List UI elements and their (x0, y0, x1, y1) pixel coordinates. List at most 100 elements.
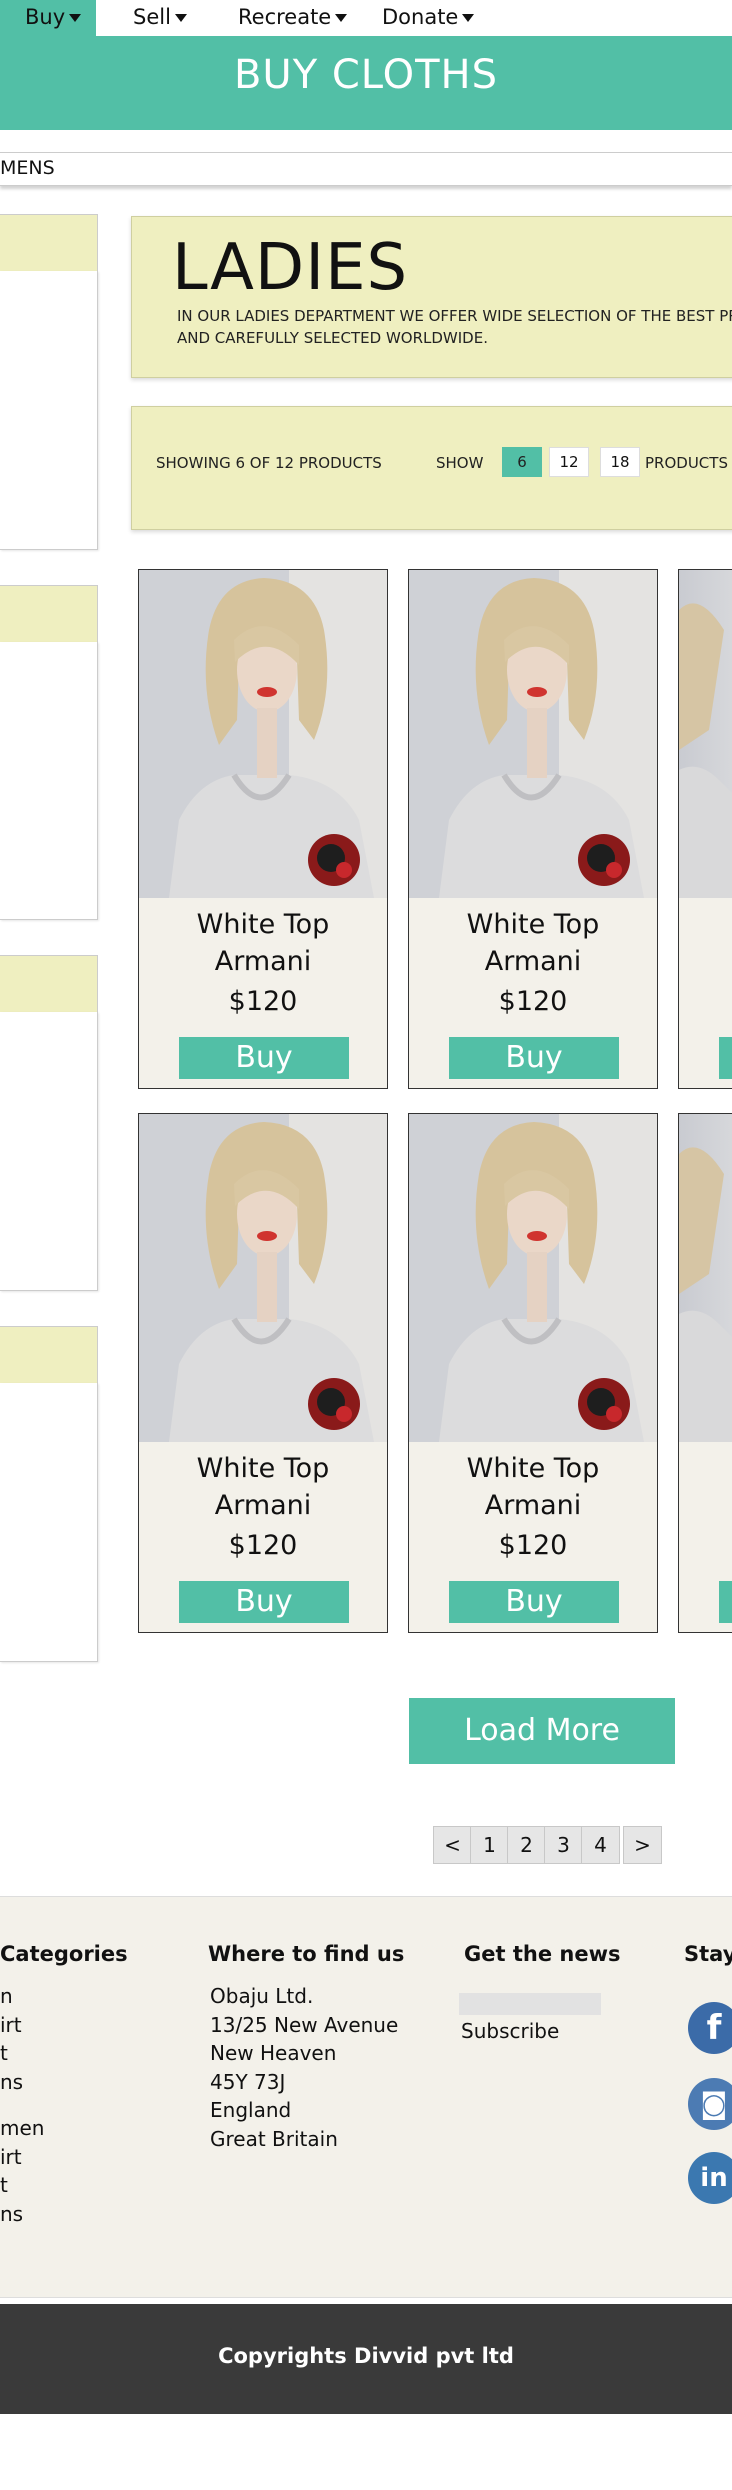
nav-recreate[interactable]: Recreate (238, 0, 348, 36)
nav-buy-label: Buy (25, 5, 66, 29)
footer-category-link[interactable]: n (0, 1982, 13, 2011)
nav-sell-label: Sell (133, 5, 171, 29)
department-panel: LADIES In our Ladies department we offer… (131, 216, 732, 378)
footer-address-line: 13/25 New Avenue (210, 2013, 399, 2037)
page-size-6[interactable]: 6 (502, 447, 542, 477)
product-brand: Armani (484, 946, 582, 977)
instagram-icon[interactable]: ◙ (688, 2078, 732, 2130)
footer-address-line: Great Britain (210, 2127, 338, 2151)
show-label: SHOW (436, 454, 484, 472)
copyright-text: Copyrights Divvid pvt ltd (218, 2344, 514, 2368)
footer-address-line: New Heaven (210, 2041, 337, 2065)
product-name[interactable]: White Top Armani (409, 906, 657, 980)
product-card-partial[interactable] (678, 569, 732, 1089)
product-brand: Armani (214, 1490, 312, 1521)
product-card[interactable]: White Top Armani $120 Buy (138, 569, 388, 1089)
footer-location-heading: Where to find us (208, 1942, 405, 1966)
pagination-page-1[interactable]: 1 (470, 1826, 509, 1864)
footer-category-link[interactable]: irt (0, 2143, 22, 2172)
subscribe-button[interactable]: Subscribe (461, 2017, 559, 2046)
copyright-bar: Copyrights Divvid pvt ltd (0, 2304, 732, 2414)
sidebar-box-body (0, 1012, 98, 1291)
product-photo (679, 1147, 732, 1442)
product-photo (409, 570, 657, 898)
sidebar-box-header (0, 585, 98, 643)
nav-donate[interactable]: Donate (382, 0, 475, 36)
product-name-line: White Top (196, 1453, 330, 1484)
sidebar-box-body (0, 271, 98, 550)
linkedin-icon[interactable]: in (688, 2152, 732, 2204)
product-image[interactable] (409, 570, 657, 898)
pagination-next[interactable]: > (623, 1826, 662, 1864)
buy-button[interactable]: Buy (449, 1037, 619, 1079)
newsletter-email-input[interactable] (459, 1993, 601, 2015)
product-brand: Armani (484, 1490, 582, 1521)
product-image[interactable] (139, 570, 387, 898)
product-image (679, 570, 732, 898)
product-card[interactable]: White Top Armani $120 Buy (408, 569, 658, 1089)
sidebar-box-body (0, 1383, 98, 1662)
product-price: $120 (228, 1530, 298, 1561)
products-label: PRODUCTS (645, 454, 728, 472)
footer-category-link[interactable]: irt (0, 2011, 22, 2040)
footer-address-line: 45Y 73J (210, 2070, 286, 2094)
buy-button[interactable]: Buy (179, 1037, 349, 1079)
sidebar-box-header (0, 1326, 98, 1384)
product-name[interactable]: White Top Armani (139, 906, 387, 980)
pagination-page-4[interactable]: 4 (581, 1826, 620, 1864)
page-size-12[interactable]: 12 (549, 447, 589, 477)
footer-address-line: England (210, 2098, 292, 2122)
footer-category-link[interactable]: ns (0, 2068, 23, 2097)
site-title: BUY CLOTHS (233, 52, 499, 98)
product-price: $120 (498, 1530, 568, 1561)
top-nav: Buy Sell Recreate Donate (0, 0, 732, 36)
product-card-partial[interactable] (678, 1113, 732, 1633)
load-more-button[interactable]: Load More (409, 1698, 675, 1764)
footer-category-link[interactable]: t (0, 2171, 8, 2200)
nav-recreate-label: Recreate (238, 5, 332, 29)
product-image (679, 1114, 732, 1442)
product-card[interactable]: White Top Armani $120 Buy (138, 1113, 388, 1633)
buy-button[interactable] (719, 1037, 732, 1079)
product-name[interactable]: White Top Armani (139, 1450, 387, 1524)
chevron-down-icon (335, 14, 348, 22)
chevron-down-icon (462, 14, 475, 22)
product-name-line: White Top (466, 909, 600, 940)
nav-buy[interactable]: Buy (0, 0, 96, 36)
product-name-line: White Top (196, 909, 330, 940)
product-image[interactable] (409, 1114, 657, 1442)
facebook-icon[interactable]: f (688, 2002, 732, 2054)
product-name-line: White Top (466, 1453, 600, 1484)
nav-sell[interactable]: Sell (133, 0, 187, 36)
sidebar-box-body (0, 642, 98, 920)
footer-category-link[interactable]: t (0, 2039, 8, 2068)
product-image[interactable] (139, 1114, 387, 1442)
product-name[interactable]: White Top Armani (409, 1450, 657, 1524)
footer-categories-heading: Categories (0, 1942, 128, 1966)
footer-stay-heading: Stay (684, 1942, 732, 1966)
page-size-18[interactable]: 18 (600, 447, 640, 477)
footer-category-link[interactable]: ns (0, 2200, 23, 2229)
department-description: In our Ladies department we offer wide s… (177, 307, 732, 347)
footer-news-heading: Get the news (464, 1942, 621, 1966)
product-photo (679, 603, 732, 898)
pagination-page-3[interactable]: 3 (544, 1826, 583, 1864)
breadcrumb-item[interactable]: MENS (0, 157, 55, 179)
buy-button[interactable]: Buy (449, 1581, 619, 1623)
nav-donate-label: Donate (382, 5, 459, 29)
product-photo (409, 1114, 657, 1442)
sidebar-box-header (0, 955, 98, 1013)
product-price: $120 (228, 986, 298, 1017)
product-photo (139, 570, 387, 898)
buy-button[interactable] (719, 1581, 732, 1623)
footer-category-link[interactable]: men (0, 2114, 44, 2143)
products-count: SHOWING 6 OF 12 PRODUCTS (156, 454, 382, 472)
product-brand: Armani (214, 946, 312, 977)
product-card[interactable]: White Top Armani $120 Buy (408, 1113, 658, 1633)
listing-controls: SHOWING 6 OF 12 PRODUCTS SHOW 6 12 18 PR… (131, 406, 732, 530)
breadcrumb: MENS (0, 152, 732, 186)
buy-button[interactable]: Buy (179, 1581, 349, 1623)
chevron-down-icon (174, 14, 187, 22)
pagination-page-2[interactable]: 2 (507, 1826, 546, 1864)
pagination-prev[interactable]: < (433, 1826, 472, 1864)
